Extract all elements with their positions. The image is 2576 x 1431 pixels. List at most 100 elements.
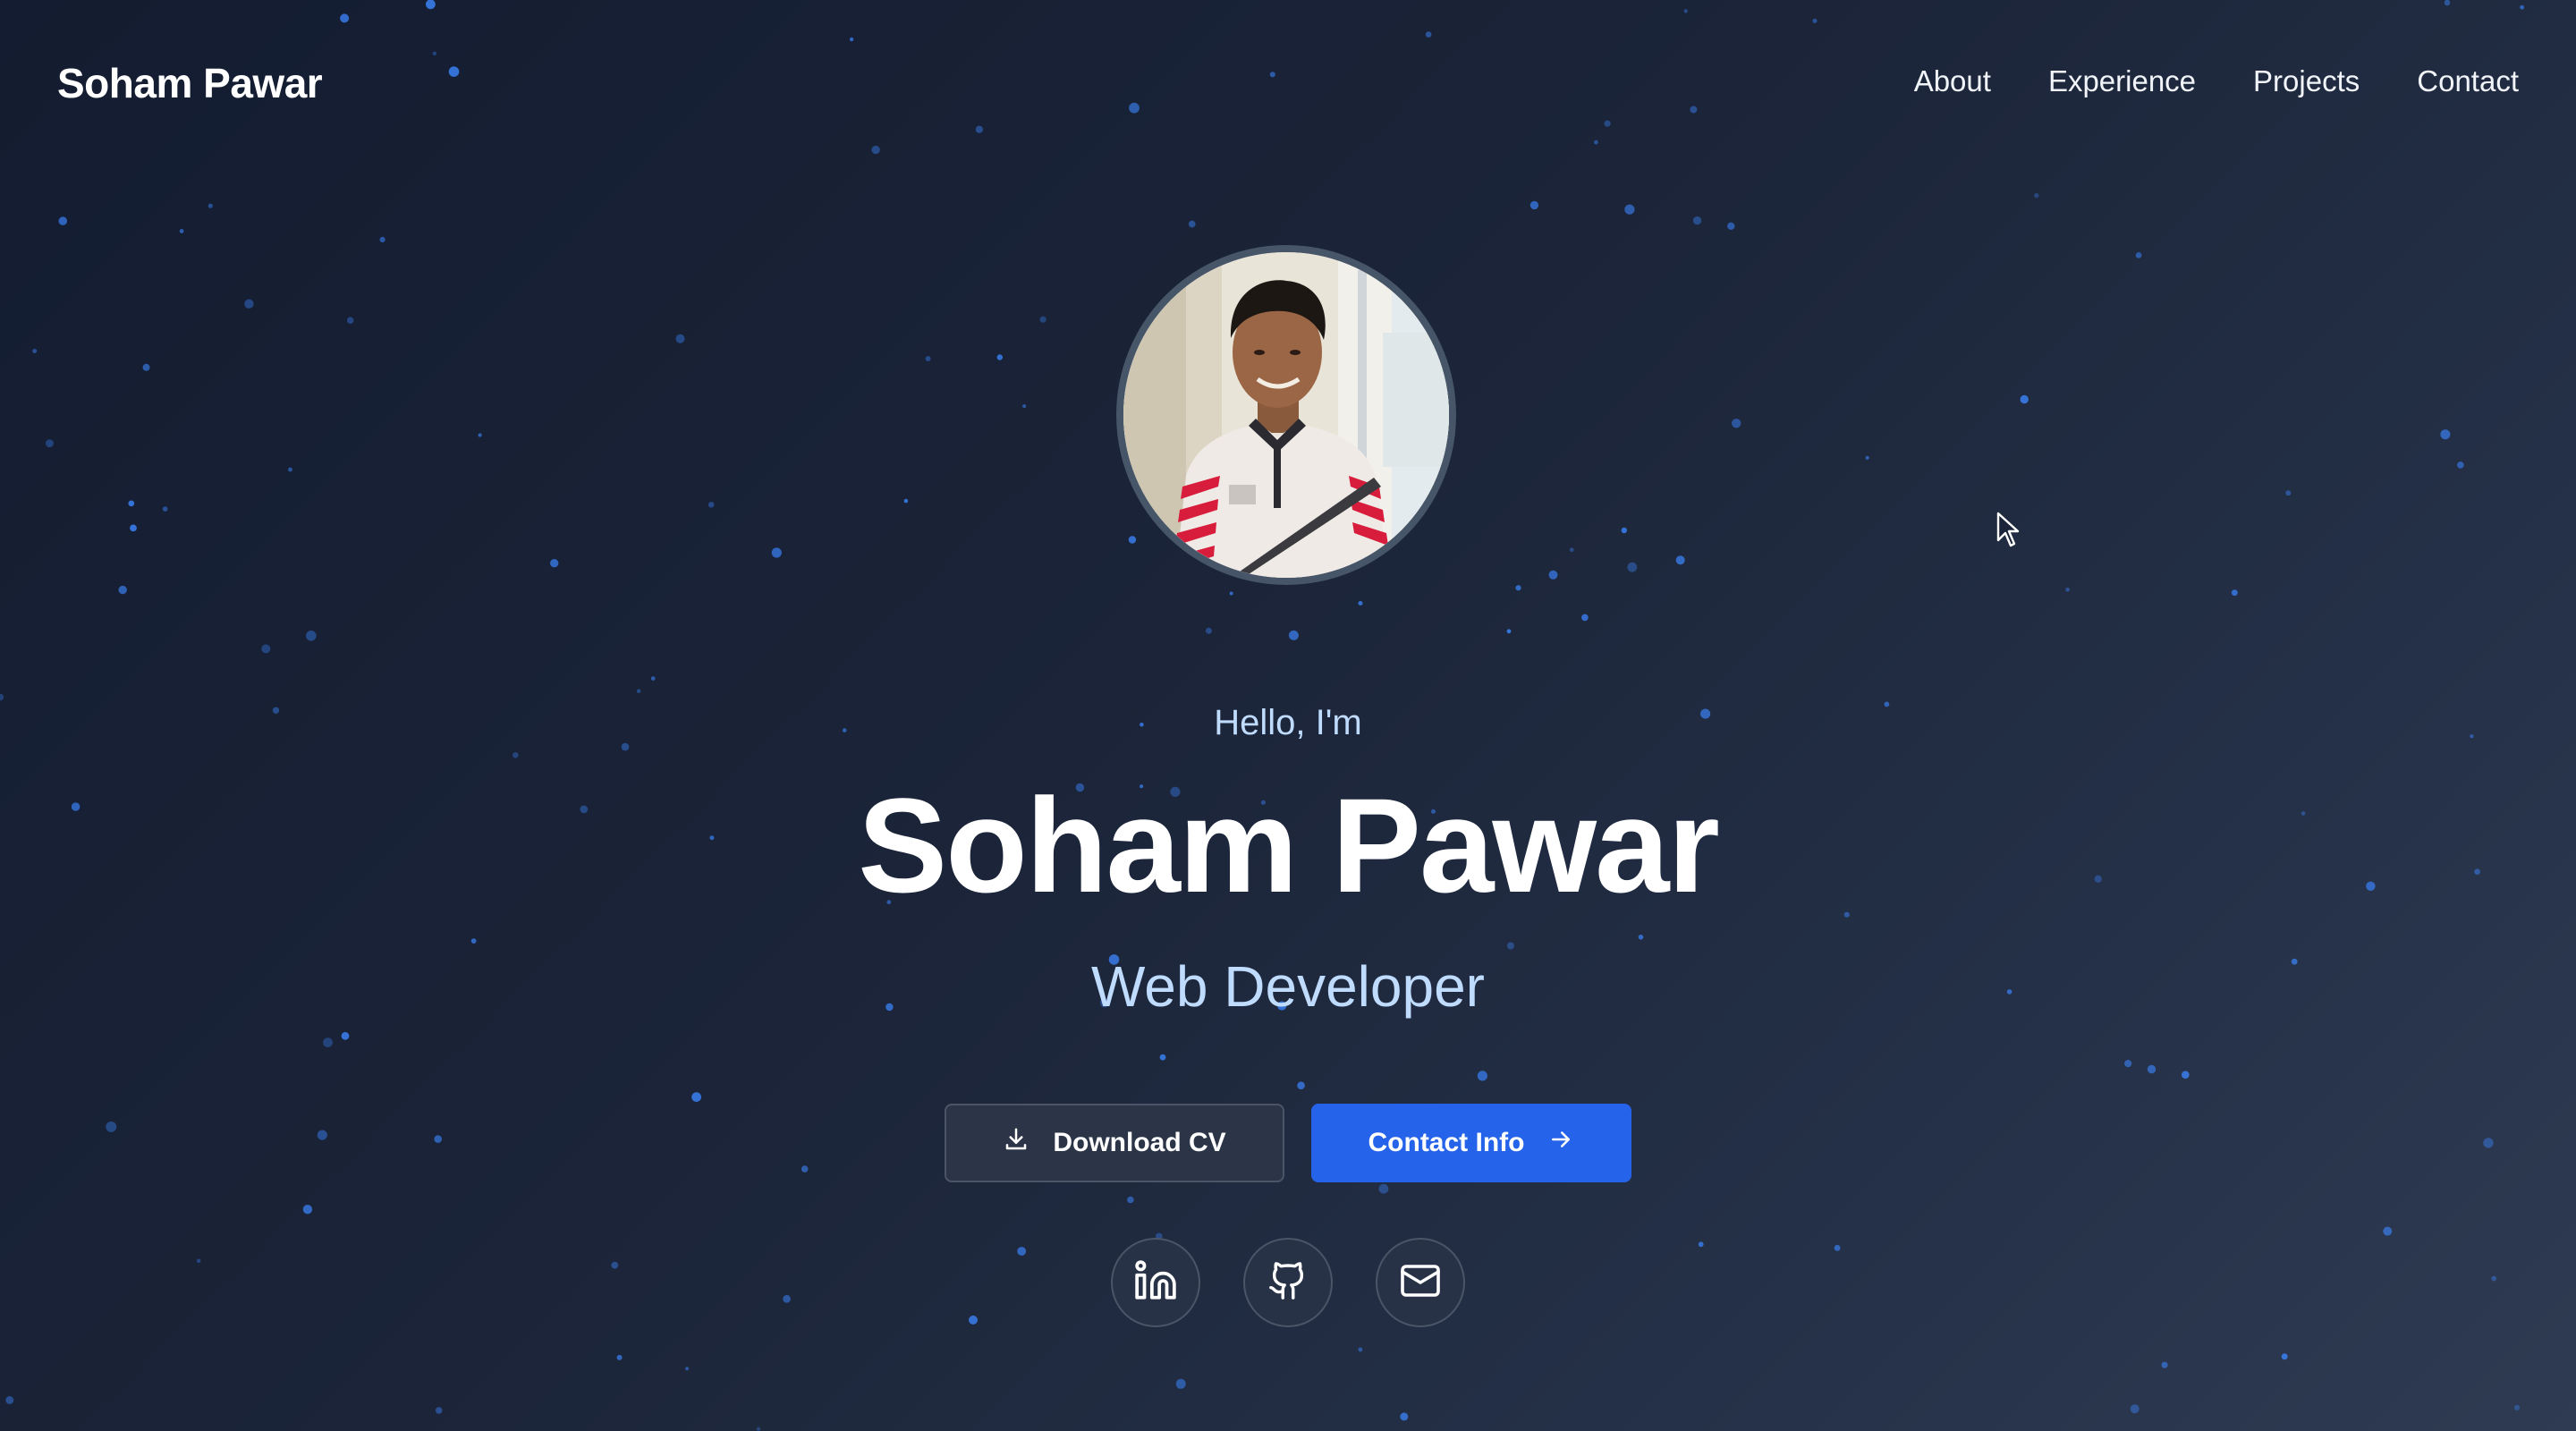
particle-dot [244,299,254,309]
particle-dot [306,631,317,641]
particle-dot [1570,547,1574,553]
particle-dot [5,1396,14,1404]
particle-dot [1692,216,1702,225]
particle-dot [616,1354,623,1360]
particle-dot [1515,585,1521,591]
particle-dot [801,1165,809,1173]
linkedin-button[interactable] [1111,1238,1200,1327]
particle-dot [2034,192,2039,199]
particle-dot [261,644,271,654]
particle-dot [2483,1138,2494,1148]
nav-links: About Experience Projects Contact [1914,64,2519,98]
particle-dot [1017,1247,1027,1256]
particle-dot [2147,1064,2157,1074]
top-navigation: Soham Pawar About Experience Projects Co… [0,0,2576,170]
greeting-text: Hello, I'm [1214,703,1362,742]
particle-dot [106,1121,117,1132]
particle-dot [302,1205,313,1215]
particle-dot [1638,935,1644,940]
email-button[interactable] [1376,1238,1465,1327]
mouse-cursor-icon [1996,512,2021,552]
particle-dot [128,500,135,507]
particle-dot [1205,627,1212,634]
nav-link-contact[interactable]: Contact [2417,64,2519,98]
particle-dot [1128,536,1137,544]
particle-dot [1506,942,1514,950]
particle-dot [2440,429,2451,440]
particle-dot [1732,419,1741,428]
arrow-right-icon [1547,1126,1574,1160]
particle-dot [2457,461,2464,469]
particle-dot [1358,1347,1363,1352]
contact-info-button[interactable]: Contact Info [1311,1104,1631,1182]
nav-link-about[interactable]: About [1914,64,1991,98]
brand-logo[interactable]: Soham Pawar [57,59,323,107]
download-icon [1003,1126,1030,1160]
download-cv-label: Download CV [1053,1128,1226,1157]
particle-dot [2513,1404,2521,1410]
particle-dot [208,203,213,208]
avatar [1116,245,1456,585]
particle-dot [1400,1412,1409,1421]
particle-dot [478,433,482,437]
particle-dot [2281,1353,2288,1360]
nav-link-experience[interactable]: Experience [2048,64,2196,98]
particle-dot [708,502,715,508]
particle-dot [2161,1361,2168,1368]
particle-dot [1175,1378,1186,1389]
hero-role: Web Developer [1091,954,1485,1019]
particle-dot [2182,1071,2190,1079]
particle-dot [675,334,685,343]
hero-name: Soham Pawar [858,770,1720,920]
particle-dot [2491,1275,2497,1282]
particle-dot [1581,614,1589,622]
particle-dot [1834,1244,1841,1251]
particle-dot [1675,555,1685,565]
particle-dot [379,236,386,242]
particle-dot [1727,222,1735,230]
contact-info-label: Contact Info [1368,1128,1525,1157]
particle-dot [435,1407,443,1414]
particle-dot [691,1092,701,1102]
particle-dot [1698,1241,1704,1248]
particle-dot [2285,490,2292,496]
particle-dot [1627,562,1638,572]
particle-dot [2130,1404,2140,1414]
particle-dot [1378,1183,1389,1194]
particle-dot [2124,1060,2132,1068]
particle-dot [650,676,656,681]
github-icon [1267,1260,1309,1306]
nav-link-projects[interactable]: Projects [2253,64,2360,98]
particle-dot [1548,570,1558,580]
download-cv-button[interactable]: Download CV [945,1104,1284,1182]
particle-dot [1530,200,1539,210]
particle-dot [1288,630,1299,640]
particle-dot [550,559,559,568]
linkedin-icon [1133,1258,1178,1308]
particle-dot [636,689,641,693]
particle-dot [1477,1071,1487,1081]
particle-dot [1621,527,1628,534]
particle-dot [1159,1054,1166,1061]
github-button[interactable] [1243,1238,1333,1327]
particle-dot [162,506,168,512]
particle-dot [1127,1196,1134,1204]
particle-dot [46,439,54,448]
particle-dot [771,547,782,558]
particle-dot [179,229,184,233]
particle-dot [1506,629,1512,634]
particle-dot [513,752,519,758]
particle-dot [323,1037,333,1047]
particle-dot [58,216,68,225]
particle-dot [1229,591,1233,596]
particle-dot [196,1258,201,1263]
particle-dot [903,498,909,504]
particle-dot [317,1130,327,1140]
profile-photo [1123,252,1449,578]
particle-dot [621,742,630,751]
particle-dot [1624,204,1635,215]
particle-dot [118,585,127,595]
mail-icon [1399,1259,1442,1307]
particle-dot [1022,404,1027,409]
particle-dot [1297,1081,1305,1089]
